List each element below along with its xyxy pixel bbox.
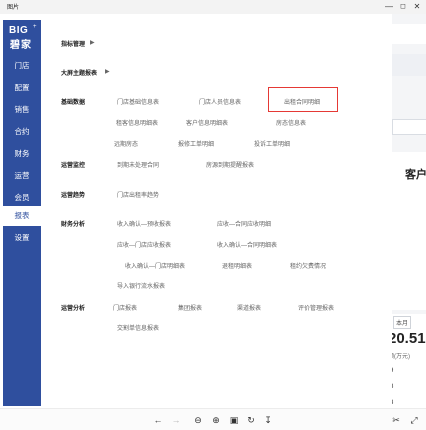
logo-text-top: BIG [9,25,29,36]
viewer-toolbar: ← → ⊖ ⊕ ▣ ↻ ↧ ✂ ⤢ [0,408,426,430]
zoom-in-icon[interactable]: ⊕ [209,413,223,427]
logo-text-bottom: 碧家 [10,40,32,51]
window-title: 图片 [7,5,20,11]
rotate-icon[interactable]: ↻ [244,413,258,427]
sidebar-item-members[interactable]: 会员 [3,188,41,208]
report-link[interactable]: 应收—门店应收报表 [117,240,171,249]
section-finance: 财务分析 [61,222,86,228]
report-link[interactable]: 租约欠费情况 [290,261,326,270]
report-link[interactable]: 租客信息明细表 [116,118,158,127]
report-link[interactable]: 报修工单明细 [178,139,214,148]
bg-big-number: 20.51 [388,330,426,347]
section-ops-trend: 运营趋势 [61,193,86,199]
sidebar: BIG + 碧家 门店 配置 销售 合约 财务 运营 会员 报表 设置 [3,20,41,406]
reports-menu-panel [41,20,392,406]
report-link[interactable]: 门店基础信息表 [117,97,159,106]
logo-plus-icon: + [33,24,37,30]
sidebar-item-operations[interactable]: 运营 [3,166,41,186]
sidebar-item-contracts[interactable]: 合约 [3,122,41,142]
section-ops-monitor: 运营监控 [61,163,86,169]
report-link[interactable]: 远期房态 [114,139,138,148]
background-app: 客户 本月 20.51 额(万元) 9 8 3 [388,14,426,408]
fullscreen-icon[interactable]: ⤢ [407,413,421,427]
next-icon[interactable]: → [169,413,183,427]
report-link[interactable]: 退租明细表 [222,261,252,270]
report-link[interactable]: 收入确认—预收报表 [117,219,171,228]
minimize-icon[interactable]: — [382,1,396,12]
report-link[interactable]: 客户信息明细表 [186,118,228,127]
section-ops-analysis: 运营分析 [61,306,86,312]
menu-dashboard-reports[interactable]: 大屏主题报表 [61,68,97,77]
report-link[interactable]: 房态信息表 [276,118,306,127]
maximize-icon[interactable]: ◻ [396,1,410,12]
report-link[interactable]: 评价管理报表 [298,303,334,312]
highlight-box [268,87,338,112]
sidebar-item-sales[interactable]: 销售 [3,100,41,120]
report-link[interactable]: 到期未处理合同 [117,160,159,169]
chevron-right-icon: ▶ [90,40,95,46]
report-link[interactable]: 导入银行流水报表 [117,281,165,290]
report-link[interactable]: 投诉工单明细 [254,139,290,148]
report-link[interactable]: 渠道报表 [237,303,261,312]
bg-filter-strip [392,54,426,76]
bg-input-strip [392,119,426,135]
window-titlebar: 图片 — ◻ ✕ [0,0,426,14]
report-link[interactable]: 房源到期提醒报表 [206,160,254,169]
crop-icon[interactable]: ✂ [389,413,403,427]
report-link[interactable]: 门店人员信息表 [199,97,241,106]
sidebar-item-settings[interactable]: 设置 [3,228,41,248]
report-link[interactable]: 收入确认—门店明细表 [125,261,185,270]
zoom-out-icon[interactable]: ⊖ [191,413,205,427]
report-link[interactable]: 应收—合同应收明细 [217,219,271,228]
close-icon[interactable]: ✕ [410,1,424,12]
sidebar-item-config[interactable]: 配置 [3,78,41,98]
section-basic-data: 基础数据 [61,100,86,106]
fit-screen-icon[interactable]: ▣ [227,413,241,427]
report-link[interactable]: 集团报表 [178,303,202,312]
bg-month-tag: 本月 [393,316,412,329]
sidebar-item-stores[interactable]: 门店 [3,56,41,76]
report-link[interactable]: 门店报表 [113,303,137,312]
previous-icon[interactable]: ← [151,413,165,427]
bg-header-strip [392,24,426,44]
sidebar-item-reports[interactable]: 报表 [3,206,41,226]
report-link[interactable]: 门店出租率趋势 [117,190,159,199]
report-link[interactable]: 收入确认—合同明细表 [217,240,277,249]
bg-customer-label: 客户 [405,169,426,181]
big-logo: BIG + 碧家 [3,24,41,51]
sidebar-item-finance[interactable]: 财务 [3,144,41,164]
download-icon[interactable]: ↧ [261,413,275,427]
chevron-right-icon: ▶ [105,69,110,75]
report-link[interactable]: 交割单信息报表 [117,323,159,332]
menu-indicator-management[interactable]: 指标管理 [61,39,85,48]
